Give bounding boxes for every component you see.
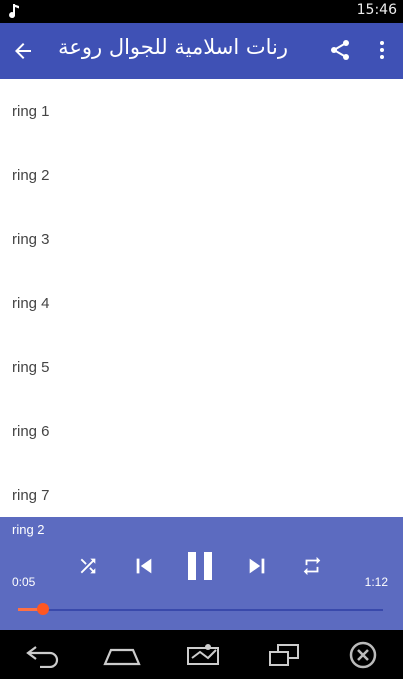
now-playing-title: ring 2 bbox=[12, 522, 45, 537]
repeat-icon[interactable] bbox=[301, 555, 323, 577]
system-nav-bar bbox=[0, 630, 403, 679]
list-item[interactable]: ring 6 bbox=[0, 399, 403, 463]
list-item-label: ring 5 bbox=[12, 358, 50, 376]
seek-thumb[interactable] bbox=[37, 603, 50, 615]
recents-icon[interactable] bbox=[268, 642, 300, 668]
music-note-icon bbox=[9, 4, 19, 19]
back-icon[interactable] bbox=[24, 642, 60, 668]
skip-next-icon[interactable] bbox=[246, 555, 268, 577]
list-item-label: ring 2 bbox=[12, 166, 50, 184]
screenshot-icon[interactable] bbox=[186, 642, 222, 668]
skip-previous-icon[interactable] bbox=[133, 555, 155, 577]
shuffle-icon[interactable] bbox=[77, 555, 99, 577]
list-item-label: ring 3 bbox=[12, 230, 50, 248]
list-item[interactable]: ring 1 bbox=[0, 79, 403, 143]
list-item-label: ring 4 bbox=[12, 294, 50, 312]
current-time: 0:05 bbox=[12, 575, 36, 589]
list-item[interactable]: ring 5 bbox=[0, 335, 403, 399]
list-item[interactable]: ring 2 bbox=[0, 143, 403, 207]
seek-track[interactable] bbox=[18, 609, 383, 611]
list-item-label: ring 7 bbox=[12, 486, 50, 504]
total-time: 1:12 bbox=[364, 575, 388, 589]
list-item-label: ring 1 bbox=[12, 102, 50, 120]
app-bar: رنات اسلامية للجوال روعة bbox=[0, 23, 403, 79]
list-item[interactable]: ring 4 bbox=[0, 271, 403, 335]
ringtone-list[interactable]: ring 1 ring 2 ring 3 ring 4 ring 5 ring … bbox=[0, 79, 403, 517]
arrow-back-icon[interactable] bbox=[11, 39, 35, 63]
app-title: رنات اسلامية للجوال روعة bbox=[58, 35, 288, 59]
close-icon[interactable] bbox=[348, 640, 378, 670]
pause-icon[interactable] bbox=[186, 550, 214, 582]
home-icon[interactable] bbox=[103, 642, 141, 668]
status-time: 15:46 bbox=[356, 2, 397, 18]
status-bar: 15:46 bbox=[0, 0, 403, 23]
list-item-label: ring 6 bbox=[12, 422, 50, 440]
list-item[interactable]: ring 3 bbox=[0, 207, 403, 271]
list-item[interactable]: ring 7 bbox=[0, 463, 403, 517]
share-icon[interactable] bbox=[328, 38, 352, 62]
more-vert-icon[interactable] bbox=[372, 38, 392, 62]
media-player: ring 2 0:05 1:12 bbox=[0, 517, 403, 630]
